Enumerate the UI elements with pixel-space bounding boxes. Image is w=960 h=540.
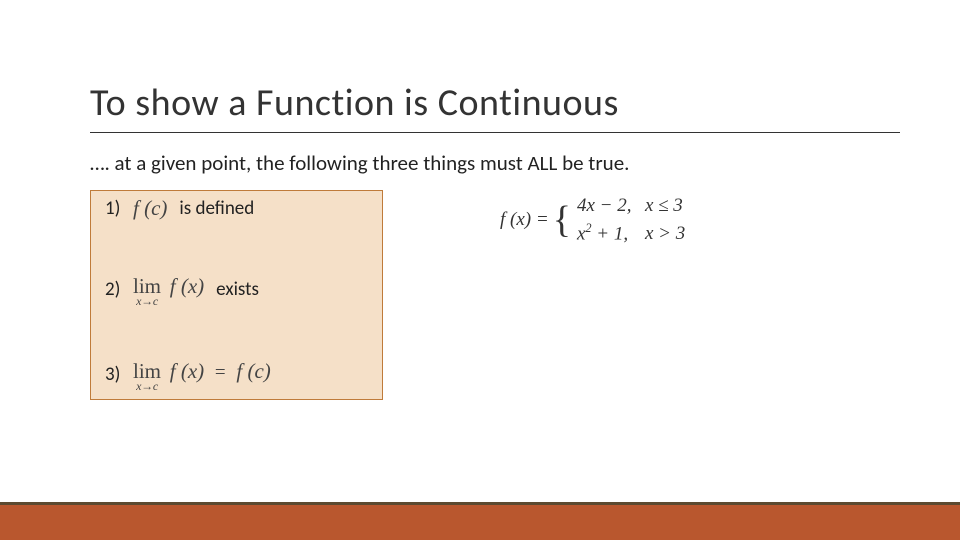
piecewise-brace-icon: {: [553, 203, 571, 237]
slide-title: To show a Function is Continuous: [90, 80, 900, 133]
condition-2: 2) lim x→c f (x) exists: [105, 274, 368, 306]
condition-3-expr: lim x→c f (x) = f (c): [133, 359, 271, 391]
condition-3-number: 3): [105, 363, 123, 386]
condition-2-number: 2): [105, 278, 123, 301]
condition-1: 1) f (c) is defined: [105, 196, 368, 221]
footer-bar: [0, 505, 960, 540]
example-case-2: x2 + 1, x > 3: [577, 221, 685, 245]
condition-2-text: exists: [216, 278, 259, 301]
example-case-1: 4x − 2, x ≤ 3: [577, 195, 685, 217]
condition-2-limit: lim x→c f (x): [133, 274, 204, 306]
condition-1-expr: f (c): [133, 196, 167, 221]
condition-1-number: 1): [105, 197, 123, 220]
example-function: f (x) = { 4x − 2, x ≤ 3 x2 + 1, x > 3: [500, 195, 685, 245]
conditions-box: 1) f (c) is defined 2) lim x→c f (x) exi…: [90, 190, 383, 400]
example-lhs: f (x) =: [500, 209, 549, 231]
condition-3: 3) lim x→c f (x) = f (c): [105, 359, 368, 391]
slide-subtitle: …. at a given point, the following three…: [90, 150, 629, 176]
condition-1-text: is defined: [179, 197, 254, 220]
